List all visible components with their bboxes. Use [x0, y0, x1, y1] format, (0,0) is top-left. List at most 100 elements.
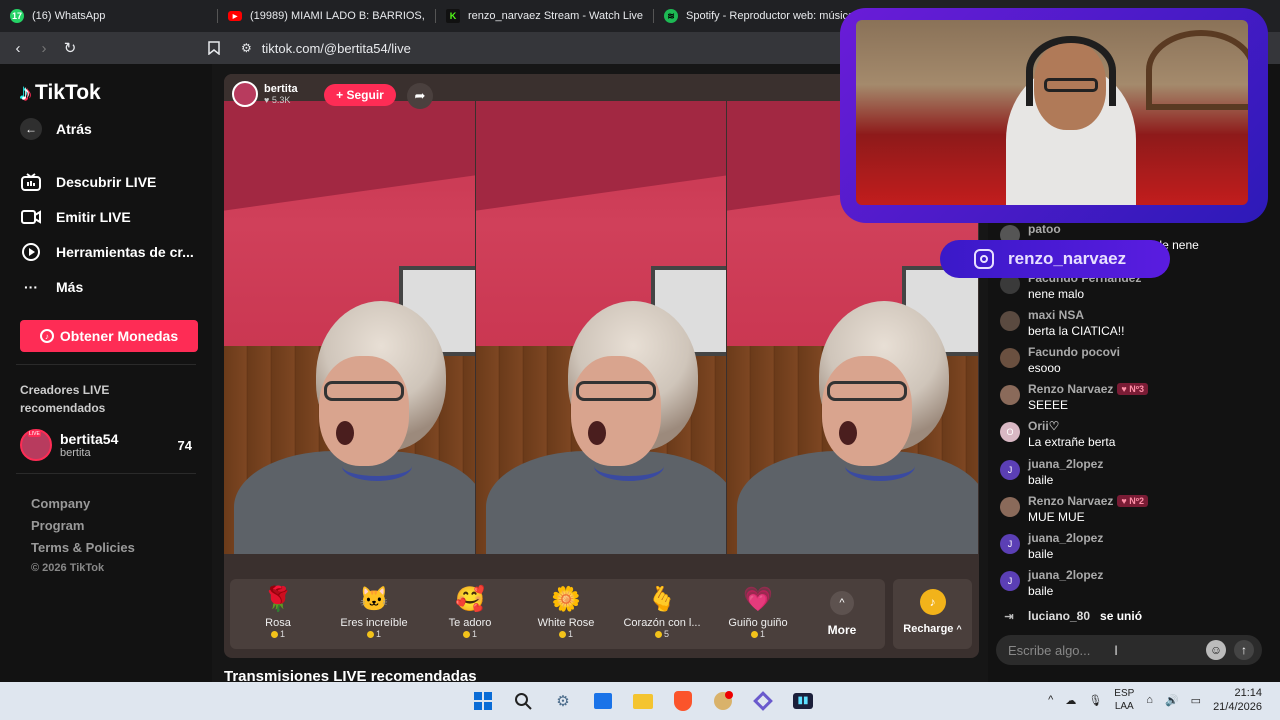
heart-face-icon: 🥰 — [455, 586, 485, 613]
cat-icon: 🐱 — [359, 586, 389, 613]
coin-icon: ♪ — [919, 589, 946, 615]
chat-username[interactable]: patoo — [1028, 222, 1199, 236]
gift-name: Eres increíble — [340, 617, 408, 629]
gift-name: Te adoro — [448, 617, 492, 629]
gift-white-rose[interactable]: 🌼 White Rose 1 — [518, 579, 614, 649]
store-icon[interactable] — [590, 688, 616, 714]
chat-text: baile — [1028, 584, 1054, 598]
sidebar-item-label: Descubrir LIVE — [56, 173, 157, 190]
forward-arrow-icon[interactable]: › — [31, 35, 57, 61]
chevron-up-icon[interactable]: ^ — [1048, 694, 1053, 706]
clock[interactable]: 21:14 21/4/2026 — [1213, 686, 1262, 714]
chat-input-box[interactable]: Escribe algo... I ☺ ↑ — [996, 635, 1262, 665]
chevron-up-icon: ^ — [956, 624, 962, 634]
video-panel — [475, 101, 727, 554]
play-circle-icon — [20, 241, 42, 263]
chat-username[interactable]: Renzo Narvaez — [1028, 494, 1113, 508]
chat-message: J juana_2lopez baile — [1000, 568, 1270, 598]
network-icon[interactable]: ⌂ — [1146, 694, 1153, 706]
spotify-icon: ≋ — [664, 9, 678, 23]
tiktok-logo[interactable]: ♪ TikTok — [20, 80, 212, 106]
joined-user[interactable]: luciano_80 — [1028, 609, 1090, 623]
chat-username[interactable]: juana_2lopez — [1028, 568, 1103, 582]
brave-browser-icon[interactable] — [670, 688, 696, 714]
recharge-button[interactable]: ♪ Recharge ^ — [893, 579, 972, 649]
chat-text: esooo — [1028, 361, 1061, 375]
chat-username[interactable]: Orii♡ — [1028, 419, 1115, 433]
avatar — [1000, 311, 1020, 331]
browser-tab-spotify[interactable]: ≋ Spotify - Reproductor web: música — [654, 0, 872, 32]
back-button[interactable]: ← Atrás — [20, 118, 212, 140]
sidebar: ♪ TikTok ← Atrás Descubrir LIVE Emitir L… — [0, 64, 212, 682]
browser-tab-whatsapp[interactable]: 17 (16) WhatsApp — [0, 0, 218, 32]
chat-username[interactable]: juana_2lopez — [1028, 457, 1103, 471]
microphone-icon[interactable]: 🎙 — [1088, 694, 1102, 707]
instagram-handle-overlay: renzo_narvaez — [940, 240, 1170, 278]
streamer-name: bertita — [264, 83, 298, 95]
rank-badge: ♥ Nº2 — [1117, 495, 1149, 507]
streaming-app-icon[interactable]: ▮▮ — [790, 688, 816, 714]
heart-icon: 💗 — [743, 586, 773, 613]
footer-link-company[interactable]: Company — [31, 496, 212, 518]
chat-text: baile — [1028, 473, 1054, 487]
get-coins-button[interactable]: ♪ Obtener Monedas — [20, 320, 198, 352]
chat-username[interactable]: juana_2lopez — [1028, 531, 1103, 545]
reload-icon[interactable]: ↻ — [57, 35, 83, 61]
back-arrow-icon[interactable]: ‹ — [5, 35, 31, 61]
avatar — [232, 81, 258, 107]
folder-icon[interactable] — [630, 688, 656, 714]
whatsapp-icon: 17 — [10, 9, 24, 23]
time: 21:14 — [1234, 687, 1262, 699]
system-tray: ^ ☁ 🎙 ESP LAA ⌂ 🔊 ▭ 21:14 21/4/2026 — [1048, 686, 1262, 714]
camera-icon — [20, 206, 42, 228]
chat-message: O Orii♡ La extrañe berta — [1000, 419, 1270, 449]
gift-name: White Rose — [537, 617, 595, 629]
avatar: O — [1000, 422, 1020, 442]
bookmark-icon[interactable] — [201, 35, 227, 61]
sidebar-item-creator-tools[interactable]: Herramientas de cr... — [20, 234, 212, 269]
volume-icon[interactable]: 🔊 — [1165, 694, 1179, 707]
more-gifts-button[interactable]: ^ More — [806, 579, 878, 649]
gift-rose[interactable]: 🌹 Rosa 1 — [230, 579, 326, 649]
chat-username[interactable]: maxi NSA — [1028, 308, 1124, 322]
windows-start-icon[interactable] — [470, 688, 496, 714]
search-icon[interactable] — [510, 688, 536, 714]
heart-icon: ♥ — [1121, 384, 1127, 394]
gift-te-adoro[interactable]: 🥰 Te adoro 1 — [422, 579, 518, 649]
sidebar-item-discover-live[interactable]: Descubrir LIVE — [20, 164, 212, 199]
cloud-icon[interactable]: ☁ — [1065, 694, 1076, 707]
footer-link-terms[interactable]: Terms & Policies — [31, 540, 212, 562]
recommended-creator[interactable]: LIVE bertita54 bertita 74 — [20, 429, 192, 461]
tv-icon — [20, 171, 42, 193]
sidebar-item-go-live[interactable]: Emitir LIVE — [20, 199, 212, 234]
emoji-icon[interactable]: ☺ — [1206, 640, 1226, 660]
footer-link-program[interactable]: Program — [31, 518, 212, 540]
gift-finger-heart[interactable]: 🫰 Corazón con l... 5 — [614, 579, 710, 649]
cookie-app-icon[interactable] — [710, 688, 736, 714]
chat-message: maxi NSA berta la CIATICA!! — [1000, 308, 1270, 338]
url-field[interactable]: tiktok.com/@bertita54/live — [262, 41, 411, 56]
share-icon[interactable]: ➦ — [407, 83, 433, 109]
divider — [16, 473, 196, 474]
battery-icon[interactable]: ▭ — [1191, 694, 1201, 707]
app-icon[interactable] — [750, 688, 776, 714]
chat-username[interactable]: Facundo pocovi — [1028, 345, 1120, 359]
browser-tab-youtube[interactable]: ▶ (19989) MIAMI LADO B: BARRIOS, EX — [218, 0, 436, 32]
keyboard-layout: LAA — [1114, 701, 1134, 712]
follow-button[interactable]: + Seguir — [324, 84, 396, 106]
send-arrow-icon[interactable]: ↑ — [1234, 640, 1254, 660]
gift-wink[interactable]: 💗 Guiño guiño 1 — [710, 579, 806, 649]
chat-username[interactable]: Renzo Narvaez — [1028, 382, 1113, 396]
language-indicator[interactable]: ESP LAA — [1114, 687, 1134, 713]
video-panel — [224, 101, 475, 554]
streamer-info[interactable]: bertita ♥ 5.3K — [232, 81, 298, 107]
more-dots-icon: ··· — [24, 278, 38, 295]
site-settings-icon[interactable]: ⚙ — [241, 41, 252, 55]
settings-gear-icon[interactable]: ⚙ — [550, 688, 576, 714]
rank-badge: ♥ Nº3 — [1117, 383, 1149, 395]
gift-eres-increible[interactable]: 🐱 Eres increíble 1 — [326, 579, 422, 649]
sidebar-item-more[interactable]: ··· Más — [20, 269, 212, 304]
avatar: J — [1000, 460, 1020, 480]
chat-input[interactable]: Escribe algo... — [1008, 643, 1106, 658]
browser-tab-kick[interactable]: K renzo_narvaez Stream - Watch Live o — [436, 0, 654, 32]
